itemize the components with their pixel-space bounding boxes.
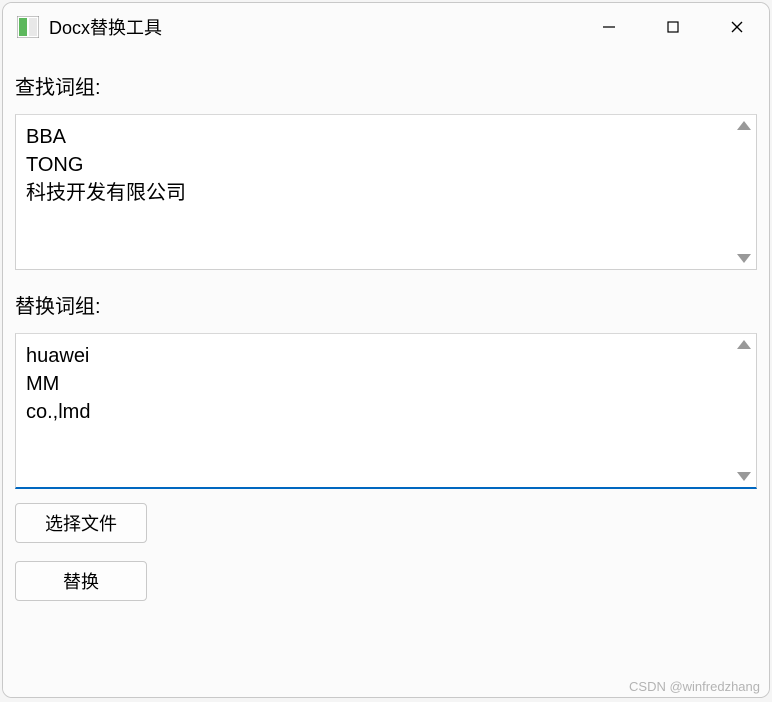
find-spin-controls — [732, 115, 756, 269]
close-icon — [730, 20, 744, 34]
content-area: 查找词组: 替换词组: 选择文件 替换 — [3, 51, 769, 697]
select-file-label: 选择文件 — [45, 510, 117, 536]
replace-textbox-wrap — [15, 333, 757, 489]
find-label: 查找词组: — [15, 71, 757, 100]
find-textbox[interactable] — [16, 115, 732, 269]
window-title: Docx替换工具 — [49, 14, 577, 40]
find-spin-down[interactable] — [737, 254, 751, 263]
replace-spin-controls — [732, 334, 756, 487]
app-icon — [17, 16, 39, 38]
titlebar: Docx替换工具 — [3, 3, 769, 51]
window-controls — [577, 3, 769, 51]
select-file-button[interactable]: 选择文件 — [15, 503, 147, 543]
replace-spin-up[interactable] — [737, 340, 751, 349]
replace-spin-down[interactable] — [737, 472, 751, 481]
replace-label: 替换词组: — [15, 290, 757, 319]
minimize-icon — [602, 20, 616, 34]
replace-button[interactable]: 替换 — [15, 561, 147, 601]
close-button[interactable] — [705, 3, 769, 51]
find-textbox-wrap — [15, 114, 757, 270]
replace-textbox[interactable] — [16, 334, 732, 487]
find-spin-up[interactable] — [737, 121, 751, 130]
replace-button-label: 替换 — [63, 568, 99, 594]
app-window: Docx替换工具 查找词组: 替换词组: — [2, 2, 770, 698]
maximize-icon — [666, 20, 680, 34]
maximize-button[interactable] — [641, 3, 705, 51]
minimize-button[interactable] — [577, 3, 641, 51]
